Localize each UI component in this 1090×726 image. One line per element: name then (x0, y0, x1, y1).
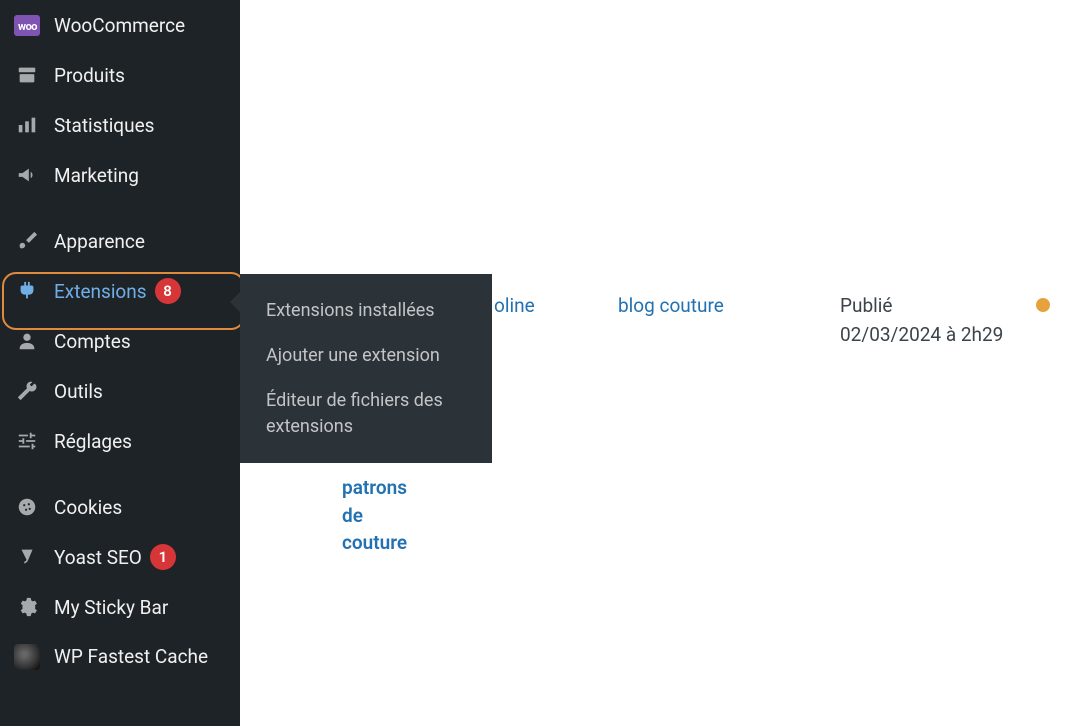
gear-icon (14, 594, 40, 620)
sliders-icon (14, 428, 40, 454)
sidebar-item-label: WooCommerce (54, 14, 185, 37)
yoast-icon (14, 544, 40, 570)
sidebar-item-outils[interactable]: Outils (0, 366, 240, 416)
content-area: oline blog couture Publié 02/03/2024 à 2… (280, 0, 1090, 726)
woocommerce-icon: woo (14, 12, 40, 38)
sidebar-item-label: Yoast SEO (54, 546, 142, 569)
cookie-icon (14, 494, 40, 520)
chart-bar-icon (14, 112, 40, 138)
user-icon (14, 328, 40, 354)
update-count-badge: 8 (155, 278, 181, 304)
post-title-link[interactable]: patrons de couture (342, 474, 432, 557)
sidebar-item-comptes[interactable]: Comptes (0, 316, 240, 366)
sidebar-item-label: My Sticky Bar (54, 596, 168, 619)
published-date: 02/03/2024 à 2h29 (840, 323, 1003, 346)
admin-sidebar: woo WooCommerce Produits Statistiques Ma… (0, 0, 240, 726)
sidebar-item-statistiques[interactable]: Statistiques (0, 100, 240, 150)
megaphone-icon (14, 162, 40, 188)
sidebar-item-reglages[interactable]: Réglages (0, 416, 240, 466)
brush-icon (14, 228, 40, 254)
post-category-link[interactable]: blog couture (618, 294, 724, 317)
sidebar-item-marketing[interactable]: Marketing (0, 150, 240, 200)
sidebar-item-label: Statistiques (54, 114, 154, 137)
panther-icon (14, 644, 40, 670)
wrench-icon (14, 378, 40, 404)
sidebar-item-label: Apparence (54, 230, 145, 253)
sidebar-item-my-sticky-bar[interactable]: My Sticky Bar (0, 582, 240, 632)
archive-icon (14, 62, 40, 88)
update-count-badge: 1 (150, 544, 176, 570)
sidebar-item-label: WP Fastest Cache (54, 645, 208, 669)
sidebar-item-yoast-seo[interactable]: Yoast SEO 1 (0, 532, 240, 582)
sidebar-item-apparence[interactable]: Apparence (0, 216, 240, 266)
sidebar-item-label: Comptes (54, 330, 131, 353)
sidebar-item-label: Réglages (54, 430, 132, 453)
sidebar-item-wp-fastest-cache[interactable]: WP Fastest Cache (0, 632, 240, 682)
sidebar-item-label: Produits (54, 64, 125, 87)
published-label: Publié (840, 294, 892, 317)
sidebar-item-produits[interactable]: Produits (0, 50, 240, 100)
sidebar-item-label: Extensions (54, 280, 147, 303)
status-indicator (1036, 298, 1050, 312)
sidebar-item-woocommerce[interactable]: woo WooCommerce (0, 0, 240, 50)
sidebar-item-label: Marketing (54, 164, 139, 187)
sidebar-item-label: Cookies (54, 496, 122, 519)
sidebar-item-cookies[interactable]: Cookies (0, 482, 240, 532)
plugin-icon (14, 278, 40, 304)
sidebar-item-label: Outils (54, 380, 103, 403)
sidebar-item-extensions[interactable]: Extensions 8 (0, 266, 240, 316)
post-author-link[interactable]: oline (494, 294, 535, 317)
